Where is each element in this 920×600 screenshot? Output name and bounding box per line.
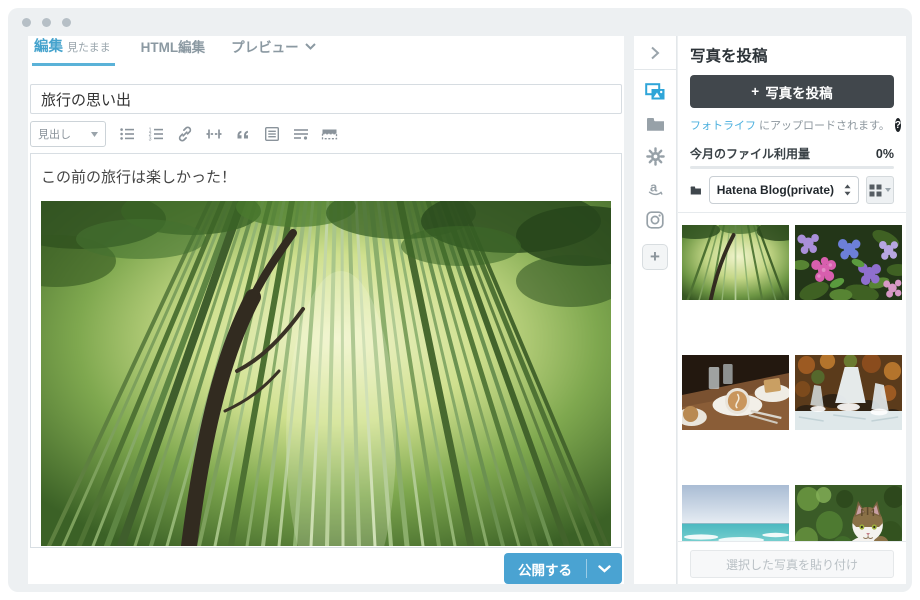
- window-titlebar: [8, 8, 912, 36]
- upload-photo-button[interactable]: + 写真を投稿: [690, 75, 894, 108]
- link-icon[interactable]: [176, 126, 193, 143]
- window-dot-3: [62, 18, 71, 27]
- collapse-sidebar-button[interactable]: [634, 36, 676, 70]
- chevron-right-icon: [650, 46, 660, 60]
- photo-thumbnail-hydrangea-flowers[interactable]: [795, 225, 902, 300]
- publish-row: 公開する: [30, 553, 622, 584]
- select-stepper-icon: [844, 184, 851, 196]
- instagram-tool-icon[interactable]: [644, 210, 666, 230]
- table-icon[interactable]: [321, 126, 338, 143]
- svg-text:3: 3: [148, 137, 151, 142]
- amazon-tool-icon[interactable]: a: [644, 178, 666, 198]
- chevron-down-icon: [91, 132, 98, 137]
- publish-button-label: 公開する: [504, 553, 586, 584]
- sidebar-icon-strip: a +: [634, 36, 677, 584]
- grid-view-icon: [869, 184, 882, 197]
- window-dot-2: [42, 18, 51, 27]
- paste-selected-photos-button[interactable]: 選択した写真を貼り付け: [690, 550, 894, 578]
- help-question-icon[interactable]: ?: [895, 118, 901, 132]
- add-tool-button[interactable]: +: [642, 244, 668, 270]
- photo-thumbnail-beach-shore[interactable]: [682, 485, 789, 541]
- footnote-icon[interactable]: [292, 126, 309, 143]
- window-dot-1: [22, 18, 31, 27]
- hatena-blog-editor-screen: 編集 見たまま HTML編集 プレビュー 見出し 123: [0, 0, 920, 600]
- photo-thumbnail-cat-portrait[interactable]: [795, 485, 902, 541]
- table-of-contents-icon[interactable]: [263, 126, 280, 143]
- photo-upload-panel: 写真を投稿 + 写真を投稿 フォトライフにアップロードされます。 ? 今月のファ…: [678, 36, 906, 584]
- gear-tool-icon[interactable]: [644, 146, 666, 166]
- usage-value: 0%: [876, 147, 894, 161]
- numbered-list-icon[interactable]: 123: [147, 126, 164, 143]
- blockquote-icon[interactable]: [234, 126, 251, 143]
- folder-tool-icon[interactable]: [644, 114, 666, 134]
- entry-title-input[interactable]: [30, 84, 622, 114]
- tab-preview[interactable]: プレビュー: [231, 36, 316, 66]
- heading-style-select[interactable]: 見出し: [30, 121, 106, 147]
- usage-row: 今月のファイル利用量 0%: [690, 145, 894, 162]
- tab-edit-label: 編集: [34, 35, 63, 56]
- tab-edit-mode-label: 見たまま: [67, 39, 111, 55]
- photos-tool-icon[interactable]: [644, 82, 666, 102]
- usage-label: 今月のファイル利用量: [690, 145, 810, 162]
- tab-html-edit[interactable]: HTML編集: [141, 36, 206, 66]
- folder-icon: [690, 184, 702, 197]
- editor-toolbar: 見出し 123: [30, 121, 622, 147]
- chevron-down-icon: [305, 43, 316, 50]
- folder-select[interactable]: Hatena Blog(private): [709, 176, 859, 204]
- chevron-down-icon: [598, 565, 611, 573]
- editor-column: 編集 見たまま HTML編集 プレビュー 見出し 123: [28, 36, 624, 584]
- publish-button[interactable]: 公開する: [504, 553, 622, 584]
- entry-body-text: この前の旅行は楽しかった！: [41, 167, 611, 189]
- paste-area: 選択した写真を貼り付け: [678, 541, 906, 584]
- read-more-icon[interactable]: [205, 126, 222, 143]
- publish-options-dropdown[interactable]: [587, 553, 622, 584]
- bullet-list-icon[interactable]: [118, 126, 135, 143]
- usage-progress-bar: [690, 166, 894, 169]
- photo-thumbnail-coffee-table[interactable]: [682, 355, 789, 430]
- browser-window: 編集 見たまま HTML編集 プレビュー 見出し 123: [8, 8, 912, 592]
- plus-icon: +: [751, 84, 759, 99]
- upload-note: フォトライフにアップロードされます。 ?: [690, 117, 894, 133]
- svg-text:a: a: [650, 179, 658, 194]
- view-mode-button[interactable]: [866, 176, 894, 204]
- bamboo-forest-photo[interactable]: [41, 201, 611, 546]
- panel-title: 写真を投稿: [678, 44, 906, 66]
- fotolife-link[interactable]: フォトライフ: [690, 117, 756, 133]
- editor-tabs: 編集 見たまま HTML編集 プレビュー: [30, 42, 622, 66]
- photo-thumbnail-autumn-waterfall[interactable]: [795, 355, 902, 430]
- photo-thumbnail-bamboo-forest[interactable]: [682, 225, 789, 300]
- tab-edit[interactable]: 編集 見たまま: [32, 35, 115, 66]
- entry-body-editor[interactable]: この前の旅行は楽しかった！: [30, 153, 622, 548]
- chevron-down-icon: [885, 188, 891, 192]
- folder-select-row: Hatena Blog(private): [690, 176, 894, 204]
- photo-thumbnail-grid: [678, 213, 906, 541]
